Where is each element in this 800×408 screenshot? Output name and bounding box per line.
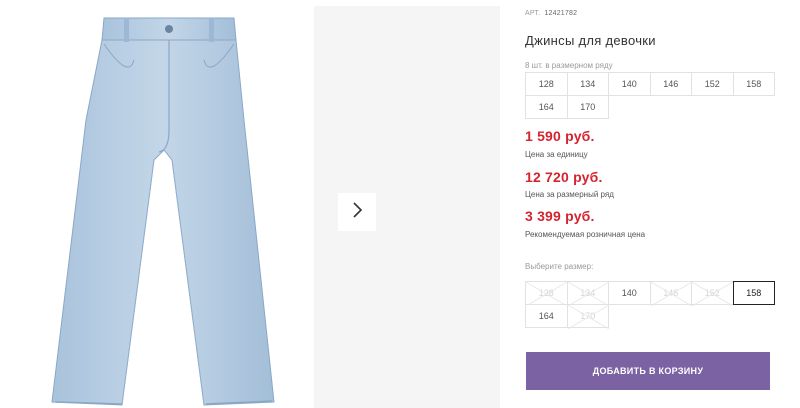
pack-size-cell: 152 — [691, 72, 734, 96]
retail-price: 3 399 руб. — [525, 208, 595, 224]
product-title: Джинсы для девочки — [525, 33, 656, 48]
size-option[interactable]: 164 — [525, 304, 568, 328]
size-option-selected[interactable]: 158 — [732, 281, 775, 305]
next-image-button[interactable] — [338, 193, 376, 231]
product-gallery — [0, 0, 500, 408]
size-option-label: 164 — [538, 311, 554, 321]
size-select-label: Выберите размер: — [525, 262, 594, 271]
article-value: 12421782 — [544, 10, 578, 17]
size-option-disabled[interactable]: 128 — [525, 281, 568, 306]
size-option-disabled[interactable]: 134 — [566, 281, 609, 306]
pack-size-cell: 158 — [732, 72, 775, 96]
pack-size-grid: 128 134 140 146 152 158 164 170 — [525, 72, 775, 119]
size-select-grid: 128 134 140 146 152 158 164 170 — [525, 281, 775, 329]
unit-price-label: Цена за единицу — [525, 150, 588, 159]
unavailable-cross-icon — [692, 282, 733, 306]
unit-price: 1 590 руб. — [525, 128, 595, 144]
unavailable-cross-icon — [650, 282, 692, 306]
article-number: АРТ. 12421782 — [525, 10, 577, 17]
pack-size-cell: 134 — [566, 72, 609, 96]
unavailable-cross-icon — [526, 282, 567, 306]
size-option[interactable]: 140 — [608, 281, 651, 305]
pack-size-cell: 164 — [525, 95, 568, 119]
retail-price-label: Рекомендуемая розничная цена — [525, 230, 646, 239]
size-option-disabled[interactable]: 146 — [649, 281, 692, 306]
pack-size-cell: 170 — [566, 95, 609, 119]
article-label: АРТ. — [525, 10, 541, 17]
unavailable-cross-icon — [567, 282, 609, 306]
row-price: 12 720 руб. — [525, 169, 603, 185]
unavailable-cross-icon — [567, 305, 609, 329]
size-option-disabled[interactable]: 152 — [691, 281, 734, 306]
chevron-right-icon — [350, 201, 364, 224]
pack-size-cell: 140 — [608, 72, 651, 96]
product-photo-jeans[interactable] — [4, 0, 310, 408]
size-option-label: 158 — [746, 288, 762, 298]
pack-label: 8 шт. в размерном ряду — [525, 61, 613, 70]
size-option-label: 140 — [621, 288, 637, 298]
row-price-label: Цена за размерный ряд — [525, 190, 614, 199]
pack-size-cell: 128 — [525, 72, 568, 96]
pack-size-cell: 146 — [649, 72, 692, 96]
add-to-cart-button[interactable]: ДОБАВИТЬ В КОРЗИНУ — [526, 352, 770, 390]
size-option-disabled[interactable]: 170 — [566, 304, 609, 329]
